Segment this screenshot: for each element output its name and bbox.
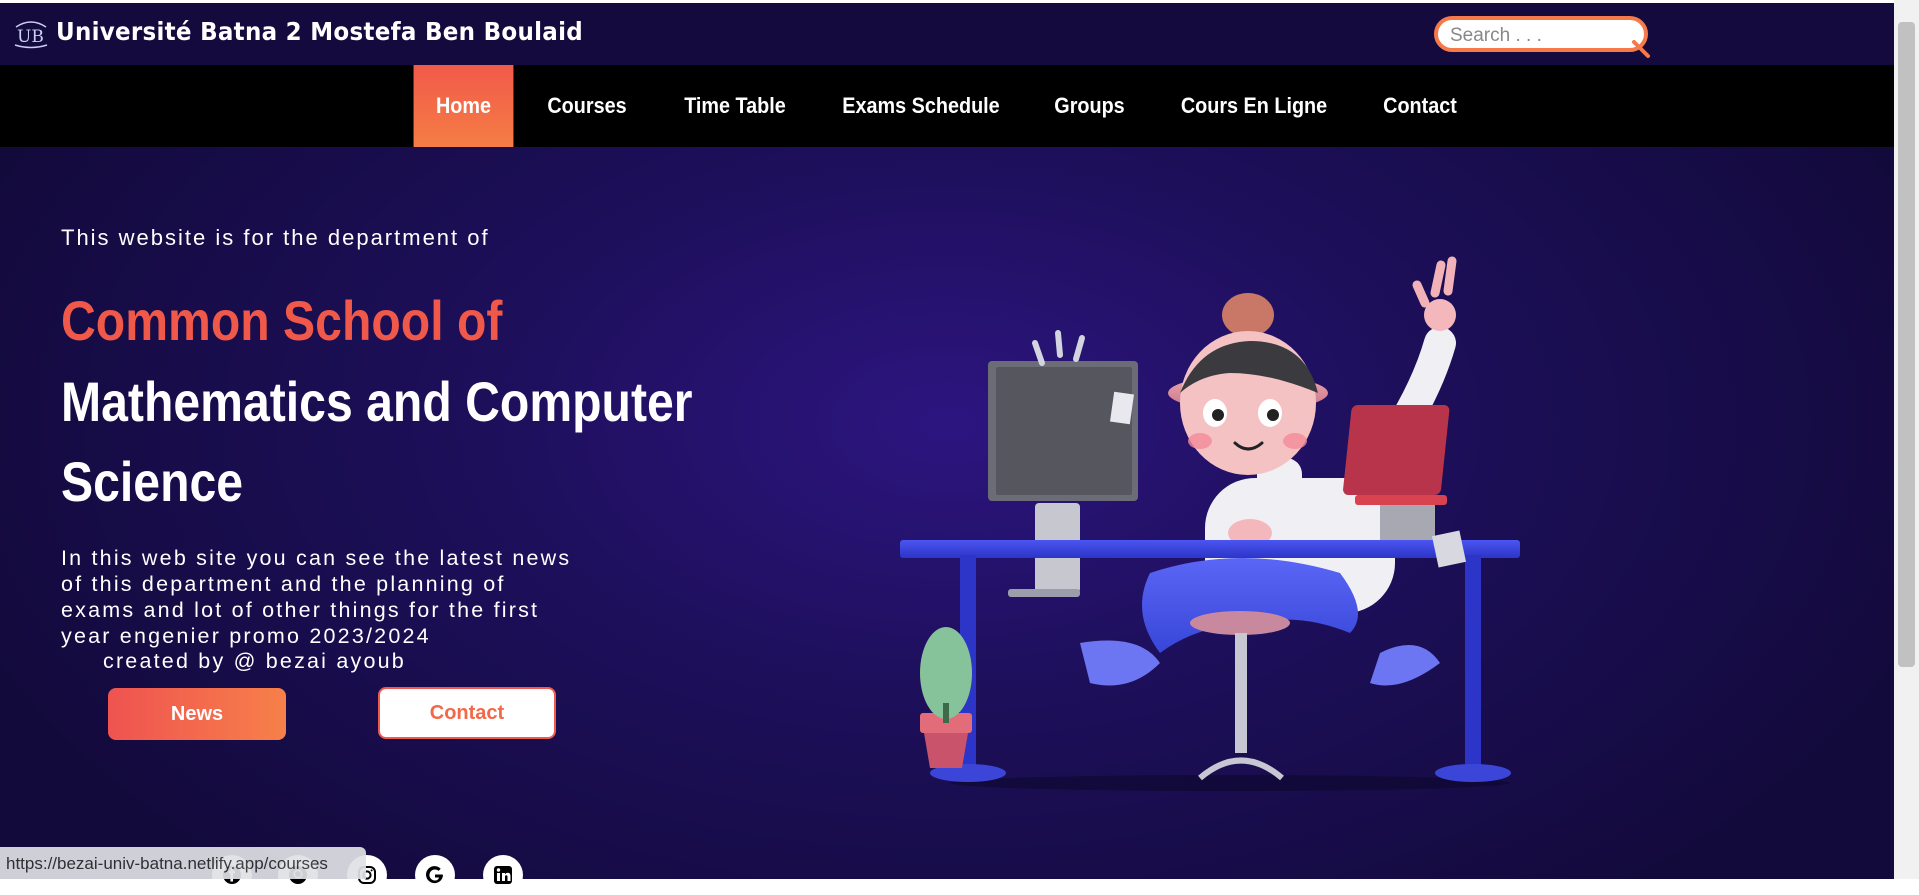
nav-contact[interactable]: Contact	[1375, 65, 1465, 147]
linkedin-icon[interactable]	[483, 855, 523, 895]
hero-headline-accent: Common School of	[61, 289, 503, 352]
browser-status-bar: https://bezai-univ-batna.netlify.app/cou…	[0, 847, 366, 879]
hero-headline-line2: Mathematics and Computer	[61, 370, 693, 433]
svg-text:UB: UB	[17, 27, 44, 47]
sticky-note	[1110, 391, 1134, 425]
nav-home[interactable]: Home	[413, 65, 514, 147]
news-button[interactable]: News	[108, 688, 286, 740]
nav-groups[interactable]: Groups	[1045, 65, 1134, 147]
vertical-scrollbar-thumb[interactable]	[1898, 22, 1915, 667]
hero-intro: This website is for the department of	[61, 225, 490, 250]
main-navbar: Home Courses Time Table Exams Schedule G…	[0, 65, 1894, 147]
hero-credit: created by @ bezai ayoub	[103, 649, 406, 673]
google-icon[interactable]	[415, 855, 455, 895]
site-header: UB Université Batna 2 Mostefa Ben Boulai…	[0, 3, 1894, 65]
university-logo-icon[interactable]: UB	[12, 17, 50, 49]
contact-button[interactable]: Contact	[378, 687, 556, 739]
hero-description: In this web site you can see the latest …	[61, 546, 572, 648]
search-input[interactable]	[1448, 23, 1632, 49]
nav-time-table[interactable]: Time Table	[675, 65, 796, 147]
nav-cours-en-ligne[interactable]: Cours En Ligne	[1175, 65, 1333, 147]
nav-courses[interactable]: Courses	[540, 65, 634, 147]
hero-headline-line3: Science	[61, 450, 244, 513]
search-box[interactable]	[1434, 16, 1648, 52]
hero-illustration	[900, 256, 1520, 791]
site-title[interactable]: Université Batna 2 Mostefa Ben Boulaid	[56, 17, 583, 46]
page-background: UB Université Batna 2 Mostefa Ben Boulai…	[0, 3, 1894, 895]
magnifier-icon[interactable]	[1630, 38, 1652, 60]
desk-note	[1431, 530, 1467, 568]
status-url: https://bezai-univ-batna.netlify.app/cou…	[6, 854, 328, 873]
nav-exams-schedule[interactable]: Exams Schedule	[839, 65, 1003, 147]
